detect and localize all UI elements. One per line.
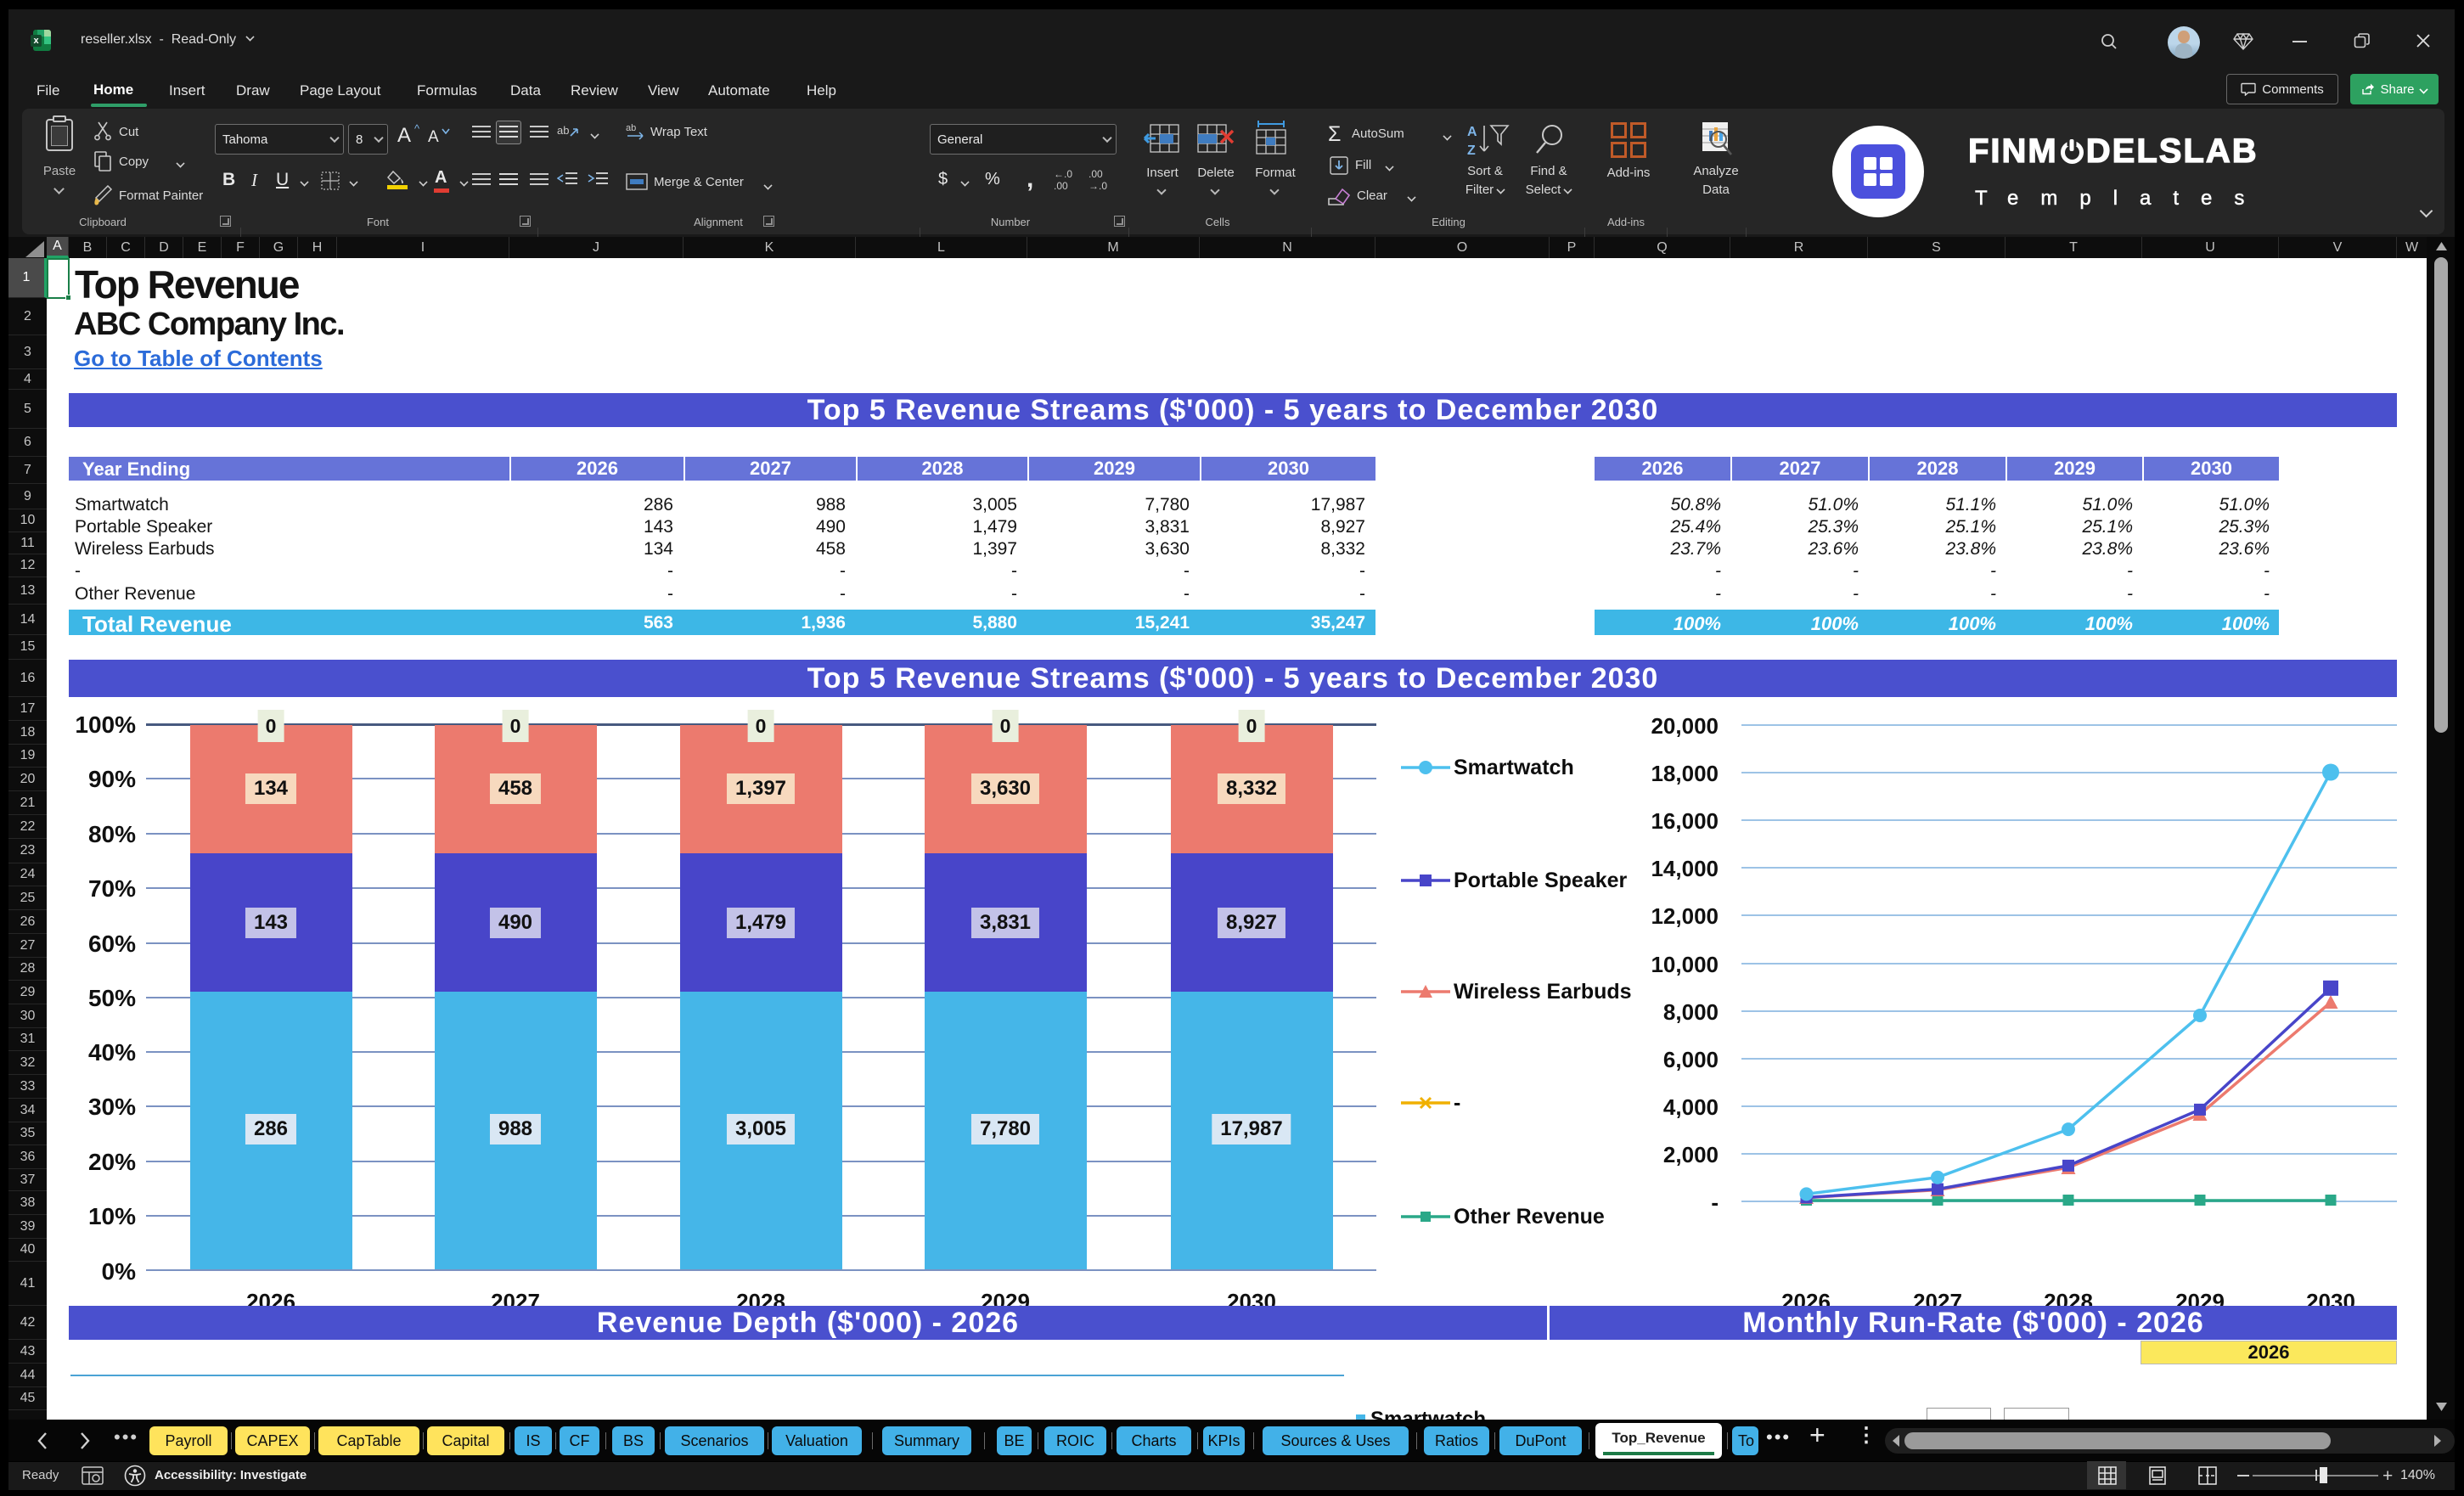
svg-text:Z: Z [1467, 143, 1476, 158]
svg-text:ab: ab [557, 124, 569, 137]
svg-text:A: A [1467, 125, 1477, 139]
svg-text:ab: ab [626, 123, 636, 133]
